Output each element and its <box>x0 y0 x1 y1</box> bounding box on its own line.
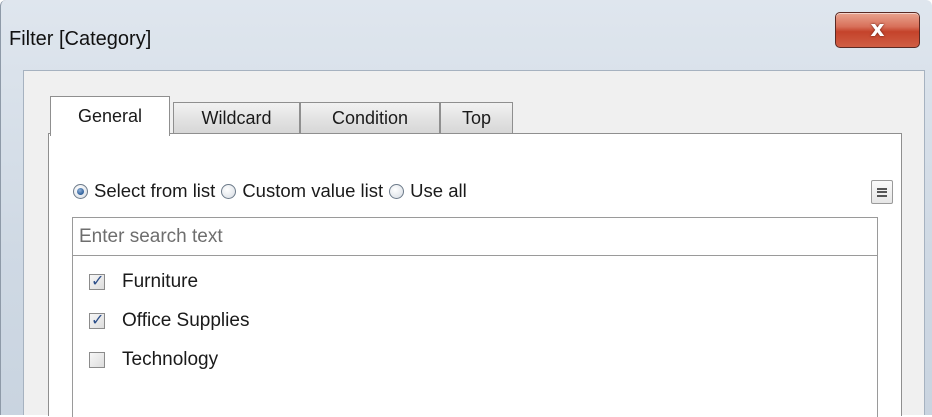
tab-top[interactable]: Top <box>440 102 513 134</box>
radio-select-from-list[interactable] <box>73 183 88 199</box>
general-tab-panel: Select from list Custom value list Use a… <box>48 133 902 417</box>
search-input[interactable] <box>73 218 877 256</box>
filter-mode-group: Select from list Custom value list Use a… <box>73 178 473 204</box>
list-item-label: Office Supplies <box>122 309 250 331</box>
tab-wildcard-label: Wildcard <box>201 108 272 128</box>
list-item-label: Technology <box>122 348 219 370</box>
value-list-box: Furniture Office Supplies Technology <box>72 217 878 417</box>
filter-dialog: Filter [Category] x General Wildcard Con… <box>0 0 932 417</box>
tab-general-label: General <box>77 106 143 126</box>
tab-wildcard[interactable]: Wildcard <box>173 102 300 134</box>
checkbox-technology[interactable] <box>89 351 105 368</box>
radio-custom-value-list[interactable] <box>221 183 237 199</box>
tab-condition[interactable]: Condition <box>300 102 440 134</box>
dialog-body: General Wildcard Condition Top Select fr… <box>23 70 925 417</box>
list-item-technology[interactable]: Technology <box>89 340 249 379</box>
checkbox-furniture[interactable] <box>89 271 105 290</box>
radio-custom-value-list-label[interactable]: Custom value list <box>242 180 383 202</box>
list-menu-icon <box>877 187 887 197</box>
list-menu-button[interactable] <box>871 180 893 204</box>
list-item-label: Furniture <box>122 270 199 292</box>
close-icon: x <box>870 17 885 42</box>
title-bar[interactable]: Filter [Category] x <box>1 0 932 62</box>
list-item-office-supplies[interactable]: Office Supplies <box>89 301 249 340</box>
tab-top-label: Top <box>461 108 492 128</box>
list-item-furniture[interactable]: Furniture <box>89 262 249 301</box>
close-button[interactable]: x <box>835 12 920 48</box>
dialog-title: Filter [Category] <box>9 28 152 50</box>
tab-condition-label: Condition <box>331 108 409 128</box>
radio-use-all[interactable] <box>389 183 405 199</box>
tab-general[interactable]: General <box>50 96 170 136</box>
radio-select-from-list-label[interactable]: Select from list <box>94 180 215 202</box>
checkbox-office-supplies[interactable] <box>89 310 105 329</box>
radio-use-all-label[interactable]: Use all <box>410 180 467 202</box>
value-list: Furniture Office Supplies Technology <box>89 262 249 379</box>
